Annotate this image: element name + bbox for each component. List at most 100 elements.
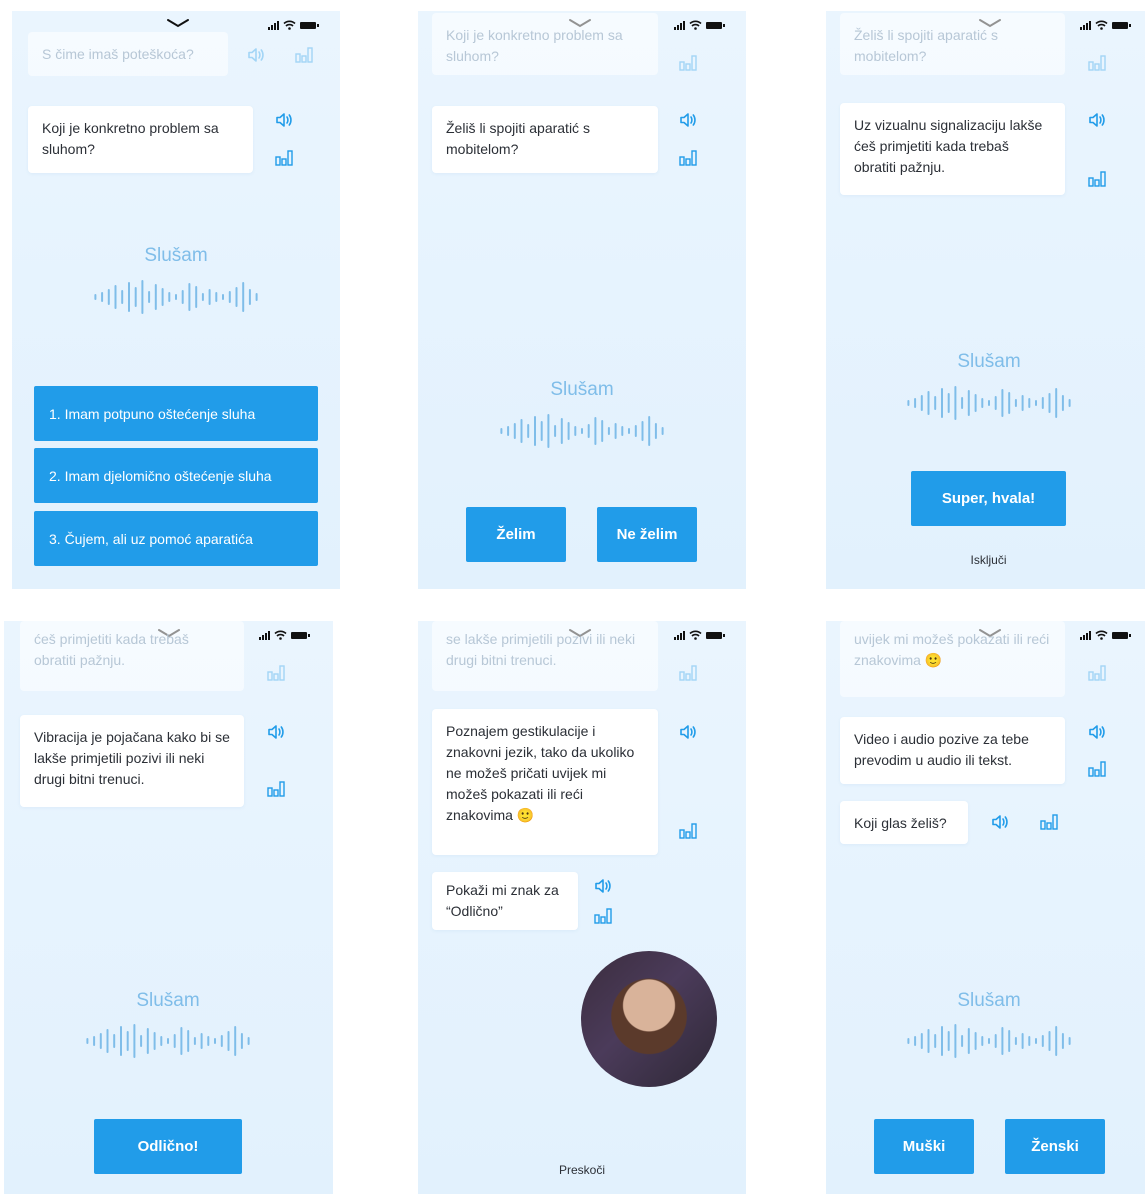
question-bubble: Koji glas želiš? — [840, 801, 968, 844]
bars-icon[interactable] — [679, 150, 697, 166]
wave-bar — [1048, 393, 1051, 413]
wave-bar — [914, 398, 917, 408]
wave-bar — [981, 1036, 984, 1046]
bars-icon[interactable] — [1088, 761, 1106, 777]
bars-icon[interactable] — [275, 150, 293, 166]
wave-bar — [181, 290, 184, 304]
wave-bar — [121, 290, 124, 304]
question-bubble: Želiš li spojiti aparatić s mobitelom? — [432, 106, 658, 173]
speaker-icon[interactable] — [679, 112, 697, 128]
status-bar — [259, 630, 310, 640]
bars-icon[interactable] — [295, 47, 313, 63]
wave-bar — [967, 390, 970, 416]
wave-bar — [520, 419, 523, 443]
chevron-down-icon[interactable] — [165, 16, 191, 30]
previous-message: S čime imaš poteškoća? — [28, 32, 228, 76]
skip-link[interactable]: Preskoči — [518, 1163, 646, 1177]
wave-bar — [920, 1033, 923, 1049]
bars-icon[interactable] — [679, 55, 697, 71]
wave-bar — [954, 1024, 957, 1058]
wave-bar — [1041, 1035, 1044, 1047]
turn-off-link[interactable]: Isključi — [911, 553, 1066, 567]
option-partial-loss-button[interactable]: 2. Imam djelomično oštećenje sluha — [34, 448, 318, 503]
male-voice-button[interactable]: Muški — [874, 1119, 974, 1174]
wave-bar — [195, 286, 198, 308]
wave-bar — [994, 1034, 997, 1048]
message-bubble: Uz vizualnu signalizaciju lakše ćeš prim… — [840, 103, 1065, 195]
wave-bar — [914, 1036, 917, 1046]
confirm-button[interactable]: Super, hvala! — [911, 471, 1066, 526]
screen-hearing-problem: S čime imaš poteškoća? Koji je konkretno… — [12, 11, 340, 589]
female-voice-button[interactable]: Ženski — [1005, 1119, 1105, 1174]
wave-bar — [134, 287, 137, 307]
wave-bar — [220, 1035, 223, 1047]
wave-bar — [200, 1033, 203, 1049]
wave-bar — [113, 1034, 116, 1048]
wave-bar — [1068, 1037, 1071, 1045]
wave-bar — [540, 421, 543, 441]
wave-bar — [160, 1036, 163, 1046]
message-bubble: Poznajem gestikulacije i znakovni jezik,… — [432, 709, 658, 855]
bars-icon[interactable] — [594, 908, 612, 924]
speaker-icon[interactable] — [1088, 724, 1106, 740]
wave-bar — [99, 1033, 102, 1049]
screen-visual-signal: Želiš li spojiti aparatić s mobitelom? U… — [826, 11, 1145, 589]
wave-bar — [1008, 392, 1011, 414]
screen-connect-hearing-aid: Koji je konkretno problem sa sluhom? Žel… — [418, 11, 746, 589]
status-bar — [674, 20, 725, 30]
wave-bar — [981, 398, 984, 408]
option-full-loss-button[interactable]: 1. Imam potpuno oštećenje sluha — [34, 386, 318, 441]
bars-icon[interactable] — [1088, 171, 1106, 187]
wave-bar — [961, 397, 964, 409]
bars-icon[interactable] — [1088, 55, 1106, 71]
speaker-icon[interactable] — [247, 47, 265, 63]
wave-bar — [947, 1031, 950, 1051]
wave-bar — [587, 424, 590, 438]
wave-bar — [920, 395, 923, 411]
bars-icon[interactable] — [679, 823, 697, 839]
wave-bar — [167, 1038, 169, 1044]
signal-icon — [674, 20, 685, 30]
speaker-icon[interactable] — [275, 112, 293, 128]
message-bubble: Vibracija je pojačana kako bi se lakše p… — [20, 715, 244, 807]
speaker-icon[interactable] — [991, 814, 1009, 830]
confirm-button[interactable]: Odlično! — [94, 1119, 242, 1174]
yes-button[interactable]: Želim — [466, 507, 566, 562]
wave-bar — [634, 425, 637, 437]
wave-bar — [614, 423, 617, 439]
speaker-icon[interactable] — [267, 724, 285, 740]
previous-message: se lakše primjetili pozivi ili neki drug… — [432, 621, 658, 691]
wave-bar — [180, 1027, 183, 1055]
wave-bar — [954, 386, 957, 420]
no-button[interactable]: Ne želim — [597, 507, 697, 562]
bars-icon[interactable] — [679, 665, 697, 681]
wave-bar — [1001, 389, 1004, 417]
speaker-icon[interactable] — [679, 724, 697, 740]
option-hearing-aid-button[interactable]: 3. Čujem, ali uz pomoć aparatića — [34, 511, 318, 566]
wave-bar — [1068, 399, 1071, 407]
battery-icon — [291, 631, 310, 639]
bars-icon[interactable] — [1088, 665, 1106, 681]
wave-bar — [927, 1029, 930, 1053]
wave-bar — [907, 400, 910, 406]
wave-bar — [1008, 1030, 1011, 1052]
wave-bar — [248, 289, 251, 305]
signal-icon — [259, 630, 270, 640]
bars-icon[interactable] — [1040, 814, 1058, 830]
previous-message: Koji je konkretno problem sa sluhom? — [432, 13, 658, 75]
screen-voice-choice: uvijek mi možeš pokazati ili reći znakov… — [826, 621, 1145, 1194]
speaker-icon[interactable] — [1088, 112, 1106, 128]
wave-bar — [154, 284, 157, 310]
wave-bar — [1028, 1036, 1031, 1046]
speaker-icon[interactable] — [594, 878, 612, 894]
wave-bar — [994, 396, 997, 410]
wave-bar — [1001, 1027, 1004, 1055]
bars-icon[interactable] — [267, 665, 285, 681]
bars-icon[interactable] — [267, 781, 285, 797]
wave-bar — [161, 288, 164, 306]
wave-bar — [133, 1024, 136, 1058]
wave-bar — [1028, 398, 1031, 408]
sound-wave-icon — [907, 1024, 1071, 1058]
wifi-icon — [274, 630, 287, 640]
wave-bar — [988, 400, 990, 406]
